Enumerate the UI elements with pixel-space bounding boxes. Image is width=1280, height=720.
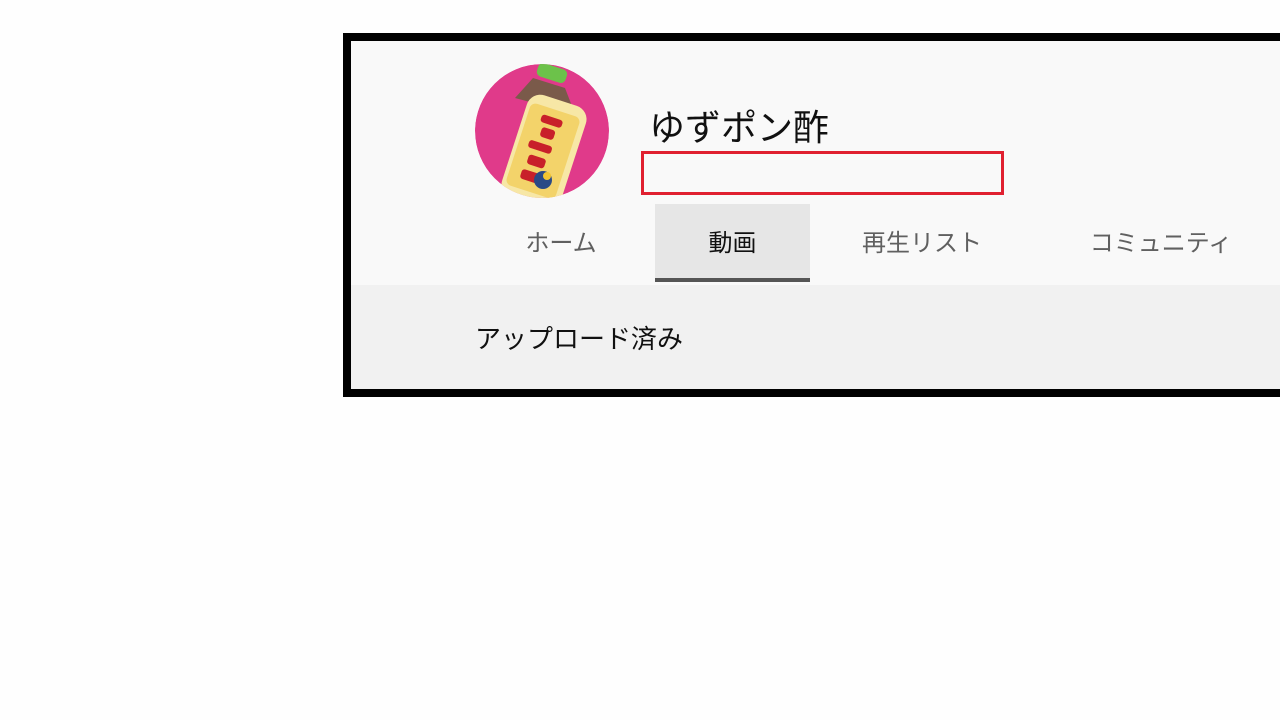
videos-content: アップロード済み <box>351 285 1280 389</box>
tab-videos[interactable]: 動画 <box>655 204 810 282</box>
yuzu-ponzu-bottle-icon <box>475 64 609 198</box>
screenshot-frame: ゆずポン酢 ホーム 動画 再生リスト コミュニティ アップロード済み <box>343 33 1280 397</box>
channel-header: ゆずポン酢 ホーム 動画 再生リスト コミュニティ <box>351 41 1280 285</box>
channel-avatar[interactable] <box>475 64 609 198</box>
tab-playlists[interactable]: 再生リスト <box>837 204 1007 282</box>
highlight-annotation-box <box>641 151 1004 195</box>
tab-community[interactable]: コミュニティ <box>1071 204 1251 282</box>
tab-home[interactable]: ホーム <box>487 204 635 282</box>
section-label-uploads[interactable]: アップロード済み <box>475 323 683 357</box>
channel-tabs: ホーム 動画 再生リスト コミュニティ <box>351 204 1280 282</box>
channel-name: ゆずポン酢 <box>649 108 830 149</box>
